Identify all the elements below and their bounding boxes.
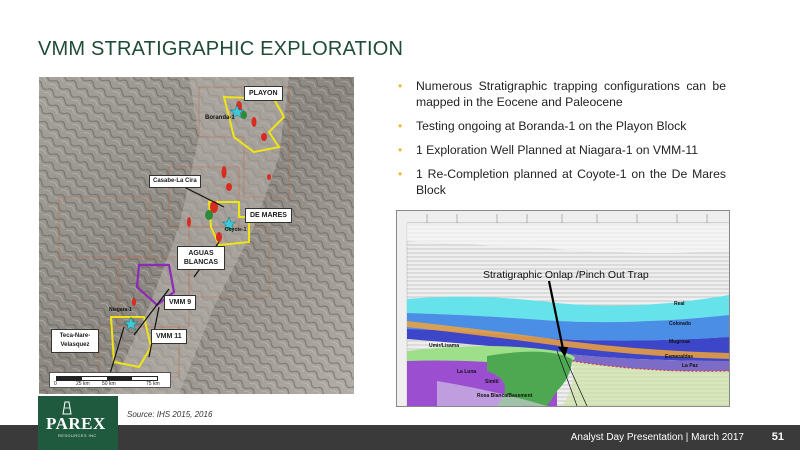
vmm11-label: VMM 11 <box>151 329 187 344</box>
scale-label-25: 25 km <box>76 381 90 387</box>
company-logo: PAREX RESOURCES INC <box>38 396 118 450</box>
layer-label-mugrosa: Mugrosa <box>669 339 690 345</box>
bullet-item: • Numerous Stratigraphic trapping configu… <box>398 79 726 109</box>
layer-label-la-luna: La Luna <box>457 369 477 375</box>
key-points-list: • Numerous Stratigraphic trapping configu… <box>396 78 726 206</box>
footer-text: Analyst Day Presentation | March 2017 <box>570 432 744 443</box>
scale-label-0: 0 <box>54 381 57 387</box>
scale-label-50: 50 km <box>102 381 116 387</box>
layer-label-simiti: Simiti <box>485 379 499 385</box>
layer-label-la-paz: La Paz <box>682 363 698 369</box>
vmm9-label: VMM 9 <box>164 295 197 310</box>
bullet-item: • 1 Exploration Well Planned at Niagara-1… <box>398 143 699 157</box>
bullet-dot-icon: • <box>398 79 403 93</box>
layer-label-colorado: Colorado <box>669 321 691 327</box>
page-number: 51 <box>771 431 784 443</box>
casabe-label: Casabe-La Cira <box>149 175 201 188</box>
niagara-label: Niagara-1 <box>109 307 132 313</box>
slide-title: VMM STRATIGRAPHIC EXPLORATION <box>38 38 404 60</box>
playon-label: PLAYON <box>244 86 283 101</box>
footer-bar: Analyst Day Presentation | March 2017 51 <box>0 425 800 450</box>
bullet-dot-icon: • <box>398 143 403 157</box>
exploration-map: PLAYON Boranda-1 Casabe-La Cira DE MARES… <box>39 77 354 394</box>
layer-label-umir: Umir/Lisama <box>429 343 460 349</box>
layer-label-real: Real <box>674 301 685 307</box>
teca-label: Teca-Nare-Velasquez <box>51 329 99 353</box>
bullet-dot-icon: • <box>398 119 403 133</box>
logo-subtitle: RESOURCES INC <box>58 433 97 438</box>
seismic-image <box>397 211 729 406</box>
layer-label-rosa-blanca: Rosa Blanca/Basement <box>477 393 533 399</box>
layer-label-esmeraldas: Esmeraldas <box>665 354 694 360</box>
seismic-caption: Stratigraphic Onlap /Pinch Out Trap <box>483 269 649 281</box>
seismic-section: Stratigraphic Onlap /Pinch Out Trap Real… <box>396 210 730 407</box>
map-scale-bar: 0 25 km 50 km 75 km <box>49 372 171 388</box>
bullet-item: • Testing ongoing at Boranda-1 on the Pla… <box>398 119 687 133</box>
aguas-blancas-label: AGUAS BLANCAS <box>177 246 225 270</box>
boranda-label: Boranda-1 <box>205 115 235 121</box>
de-mares-label: DE MARES <box>245 208 292 223</box>
scale-label-75: 75 km <box>146 381 160 387</box>
bullet-dot-icon: • <box>398 167 403 181</box>
coyote-label: Coyote-1 <box>225 227 247 233</box>
bullet-item: • 1 Re-Completion planned at Coyote-1 on … <box>398 167 726 197</box>
logo-wordmark: PAREX <box>46 414 106 433</box>
source-note: Source: IHS 2015, 2016 <box>127 410 213 419</box>
